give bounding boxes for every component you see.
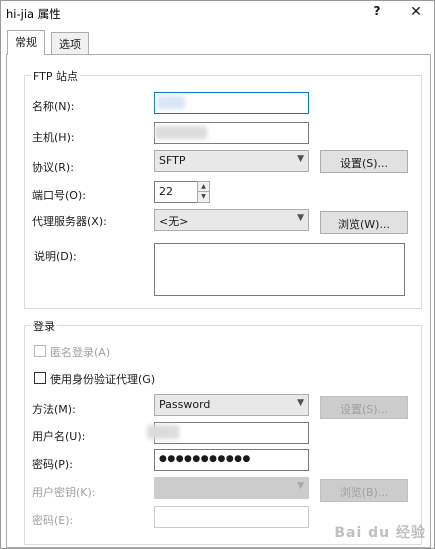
tab-general-label: 常规: [15, 36, 37, 49]
chevron-down-icon: ▼: [297, 213, 304, 223]
passphrase-label: 密码(E):: [32, 514, 74, 527]
name-input[interactable]: [154, 92, 309, 114]
redacted-host: [155, 126, 207, 139]
tab-general[interactable]: 常规: [7, 30, 45, 55]
protocol-settings-button[interactable]: 设置(S)...: [320, 150, 408, 173]
help-icon[interactable]: ?: [369, 4, 385, 22]
port-label: 端口号(O):: [32, 189, 86, 202]
method-label: 方法(M):: [32, 403, 76, 416]
arrow-down-icon[interactable]: ▼: [198, 192, 209, 202]
port-value: 22: [159, 185, 173, 198]
window-title: hi-jia 属性: [6, 7, 61, 21]
properties-dialog: hi-jia 属性 ? ✕ 常规 选项 FTP 站点 名称(N): 主机(H):…: [0, 0, 435, 549]
anonymous-login-checkbox[interactable]: [34, 345, 46, 357]
close-icon[interactable]: ✕: [406, 4, 426, 22]
anonymous-login-label: 匿名登录(A): [50, 346, 111, 359]
login-group-title: 登录: [31, 318, 57, 334]
arrow-up-icon[interactable]: ▲: [198, 182, 209, 192]
protocol-value: SFTP: [159, 154, 186, 167]
general-tab-panel: FTP 站点 名称(N): 主机(H): 协议(R): SFTP ▼ 设置(S)…: [6, 54, 431, 548]
chevron-down-icon: ▼: [297, 398, 304, 408]
proxy-browse-button[interactable]: 浏览(W)...: [320, 211, 408, 234]
key-browse-button[interactable]: 浏览(B)...: [320, 479, 408, 502]
host-input[interactable]: [154, 122, 309, 144]
use-agent-label: 使用身份验证代理(G): [50, 373, 156, 386]
password-value: ●●●●●●●●●●●: [159, 454, 251, 464]
proxy-value: <无>: [159, 215, 189, 228]
password-input[interactable]: ●●●●●●●●●●●: [154, 449, 309, 471]
proxy-select[interactable]: <无> ▼: [154, 209, 309, 231]
chevron-down-icon: ▼: [297, 154, 304, 164]
host-label: 主机(H):: [32, 131, 75, 144]
port-spinner: ▲ ▼: [197, 181, 210, 203]
passphrase-input[interactable]: [154, 506, 309, 528]
description-textarea[interactable]: [154, 243, 405, 296]
user-key-select[interactable]: ▼: [154, 477, 309, 499]
username-input[interactable]: [147, 422, 309, 444]
protocol-select[interactable]: SFTP ▼: [154, 150, 309, 172]
tab-options-label: 选项: [59, 38, 81, 51]
protocol-label: 协议(R):: [32, 161, 74, 174]
watermark-logo: Bai du 经验: [334, 525, 426, 541]
tab-options[interactable]: 选项: [51, 32, 89, 54]
description-label: 说明(D):: [34, 250, 77, 263]
chevron-down-icon: ▼: [297, 481, 304, 491]
method-settings-button[interactable]: 设置(S)...: [320, 396, 408, 419]
redacted-name: [157, 96, 185, 109]
use-agent-checkbox[interactable]: [34, 372, 46, 384]
method-value: Password: [159, 398, 211, 411]
method-select[interactable]: Password ▼: [154, 394, 309, 416]
password-label: 密码(P):: [32, 458, 73, 471]
name-label: 名称(N):: [32, 100, 75, 113]
user-key-label: 用户密钥(K):: [32, 486, 96, 499]
port-input[interactable]: 22: [154, 181, 198, 203]
redacted-username: [147, 425, 179, 439]
proxy-label: 代理服务器(X):: [32, 215, 107, 228]
title-bar: hi-jia 属性 ? ✕: [1, 1, 434, 27]
username-label: 用户名(U):: [32, 430, 86, 443]
ftp-site-group-title: FTP 站点: [31, 68, 80, 84]
